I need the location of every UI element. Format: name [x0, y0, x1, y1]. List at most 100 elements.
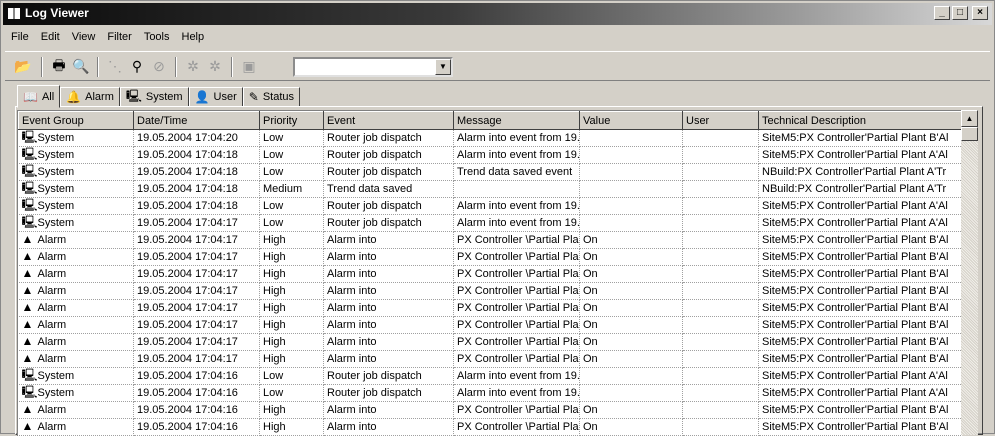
cell-technical-description: SiteM5:PX Controller'Partial Plant B'Al — [759, 130, 963, 147]
table-row[interactable]: 🖳System19.05.2004 17:04:17LowRouter job … — [19, 215, 963, 232]
chevron-down-icon[interactable]: ▼ — [435, 59, 451, 75]
tab-alarm[interactable]: 🔔Alarm — [60, 87, 120, 107]
cell-user — [683, 181, 759, 198]
cell-user — [683, 385, 759, 402]
cell-event-group: ▲Alarm — [19, 232, 134, 249]
table-row[interactable]: ▲Alarm19.05.2004 17:04:17HighAlarm intoP… — [19, 317, 963, 334]
table-row[interactable]: 🖳System19.05.2004 17:04:16LowRouter job … — [19, 368, 963, 385]
cell-event: Router job dispatch — [324, 385, 454, 402]
table-row[interactable]: ▲Alarm19.05.2004 17:04:17HighAlarm intoP… — [19, 266, 963, 283]
tab-system[interactable]: 🖳System — [120, 87, 189, 107]
menu-help[interactable]: Help — [176, 29, 211, 47]
cell-event: Alarm into — [324, 317, 454, 334]
table-row[interactable]: 🖳System19.05.2004 17:04:16LowRouter job … — [19, 385, 963, 402]
cell-value — [580, 215, 683, 232]
cell-user — [683, 419, 759, 436]
minimize-button[interactable]: _ — [934, 6, 950, 20]
cell-technical-description: SiteM5:PX Controller'Partial Plant A'Al — [759, 215, 963, 232]
cell-event-group: ▲Alarm — [19, 419, 134, 436]
open-folder-icon[interactable]: 📂 — [13, 57, 33, 76]
menu-filter[interactable]: Filter — [101, 29, 137, 47]
table-row[interactable]: 🖳System19.05.2004 17:04:20LowRouter job … — [19, 130, 963, 147]
table-row[interactable]: ▲Alarm19.05.2004 17:04:17HighAlarm intoP… — [19, 283, 963, 300]
system-computer-icon: 🖳 — [22, 215, 38, 230]
table-row[interactable]: ▲Alarm19.05.2004 17:04:16HighAlarm intoP… — [19, 419, 963, 436]
cell-priority: High — [260, 266, 324, 283]
cell-technical-description: SiteM5:PX Controller'Partial Plant B'Al — [759, 249, 963, 266]
system-computer-icon: 🖳 — [22, 385, 38, 400]
cell-date-time: 19.05.2004 17:04:18 — [134, 164, 260, 181]
close-button[interactable]: × — [972, 6, 988, 20]
col-event-group[interactable]: Event Group — [19, 112, 134, 130]
cell-value — [580, 164, 683, 181]
table-row[interactable]: ▲Alarm19.05.2004 17:04:17HighAlarm intoP… — [19, 249, 963, 266]
menu-edit[interactable]: Edit — [35, 29, 66, 47]
col-priority[interactable]: Priority — [260, 112, 324, 130]
scroll-up-button[interactable]: ▲ — [961, 110, 978, 127]
title-bar[interactable]: Log Viewer _ □ × — [3, 3, 992, 25]
alarm-bell-icon: ▲ — [22, 351, 38, 366]
table-row[interactable]: ▲Alarm19.05.2004 17:04:17HighAlarm intoP… — [19, 351, 963, 368]
menu-bar: File Edit View Filter Tools Help — [5, 29, 210, 47]
alarm-bell-icon: ▲ — [22, 249, 38, 264]
col-event[interactable]: Event — [324, 112, 454, 130]
cell-date-time: 19.05.2004 17:04:17 — [134, 334, 260, 351]
cell-event: Trend data saved — [324, 181, 454, 198]
window-title: Log Viewer — [25, 6, 89, 20]
menu-file[interactable]: File — [5, 29, 35, 47]
maximize-button[interactable]: □ — [952, 6, 968, 20]
system-computer-icon: 🖳 — [22, 368, 38, 383]
table-row[interactable]: ▲Alarm19.05.2004 17:04:17HighAlarm intoP… — [19, 334, 963, 351]
cell-date-time: 19.05.2004 17:04:16 — [134, 368, 260, 385]
expand-icon[interactable]: ✲ — [183, 57, 203, 76]
table-row[interactable]: 🖳System19.05.2004 17:04:18LowRouter job … — [19, 147, 963, 164]
cell-event: Router job dispatch — [324, 198, 454, 215]
cell-technical-description: SiteM5:PX Controller'Partial Plant A'Al — [759, 198, 963, 215]
print-preview-icon[interactable]: 🔍 — [71, 57, 91, 76]
filter-icon[interactable]: ⋱ — [105, 57, 125, 76]
cell-priority: High — [260, 249, 324, 266]
scroll-thumb[interactable] — [961, 127, 978, 141]
table-row[interactable]: ▲Alarm19.05.2004 17:04:17HighAlarm intoP… — [19, 232, 963, 249]
table-row[interactable]: 🖳System19.05.2004 17:04:18LowRouter job … — [19, 164, 963, 181]
clear-filter-icon[interactable]: ⊘ — [149, 57, 169, 76]
tab-status[interactable]: ✎Status — [243, 87, 300, 107]
cell-message: Alarm into event from 19. — [454, 368, 580, 385]
table-row[interactable]: 🖳System19.05.2004 17:04:18LowRouter job … — [19, 198, 963, 215]
filter-combobox[interactable]: ▼ — [293, 57, 453, 77]
table-row[interactable]: ▲Alarm19.05.2004 17:04:16HighAlarm intoP… — [19, 402, 963, 419]
cell-value — [580, 198, 683, 215]
cell-priority: High — [260, 300, 324, 317]
col-date-time[interactable]: Date/Time — [134, 112, 260, 130]
table-row[interactable]: ▲Alarm19.05.2004 17:04:17HighAlarm intoP… — [19, 300, 963, 317]
cell-value: On — [580, 249, 683, 266]
cell-value — [580, 147, 683, 164]
cell-value: On — [580, 300, 683, 317]
vertical-scrollbar[interactable]: ▲ — [961, 110, 978, 435]
cell-priority: Low — [260, 198, 324, 215]
cell-event: Router job dispatch — [324, 215, 454, 232]
menu-tools[interactable]: Tools — [138, 29, 176, 47]
table-row[interactable]: 🖳System19.05.2004 17:04:18MediumTrend da… — [19, 181, 963, 198]
status-icon: ✎ — [249, 90, 259, 104]
cell-priority: High — [260, 317, 324, 334]
col-message[interactable]: Message — [454, 112, 580, 130]
cell-event-group: ▲Alarm — [19, 402, 134, 419]
cell-message: Alarm into event from 19. — [454, 198, 580, 215]
tab-user[interactable]: 👤User — [189, 87, 243, 107]
col-technical-description[interactable]: Technical Description — [759, 112, 963, 130]
print-icon[interactable]: 🖶 — [49, 57, 69, 76]
cell-priority: Medium — [260, 181, 324, 198]
find-icon[interactable]: ⚲ — [127, 57, 147, 76]
tab-all[interactable]: 📖All — [17, 85, 60, 108]
collapse-icon[interactable]: ✲ — [205, 57, 225, 76]
cell-priority: Low — [260, 130, 324, 147]
menu-view[interactable]: View — [66, 29, 102, 47]
col-user[interactable]: User — [683, 112, 759, 130]
cell-user — [683, 249, 759, 266]
properties-icon[interactable]: ▣ — [239, 57, 259, 76]
cell-event-group: 🖳System — [19, 147, 134, 164]
cell-event-group: 🖳System — [19, 130, 134, 147]
col-value[interactable]: Value — [580, 112, 683, 130]
cell-user — [683, 402, 759, 419]
